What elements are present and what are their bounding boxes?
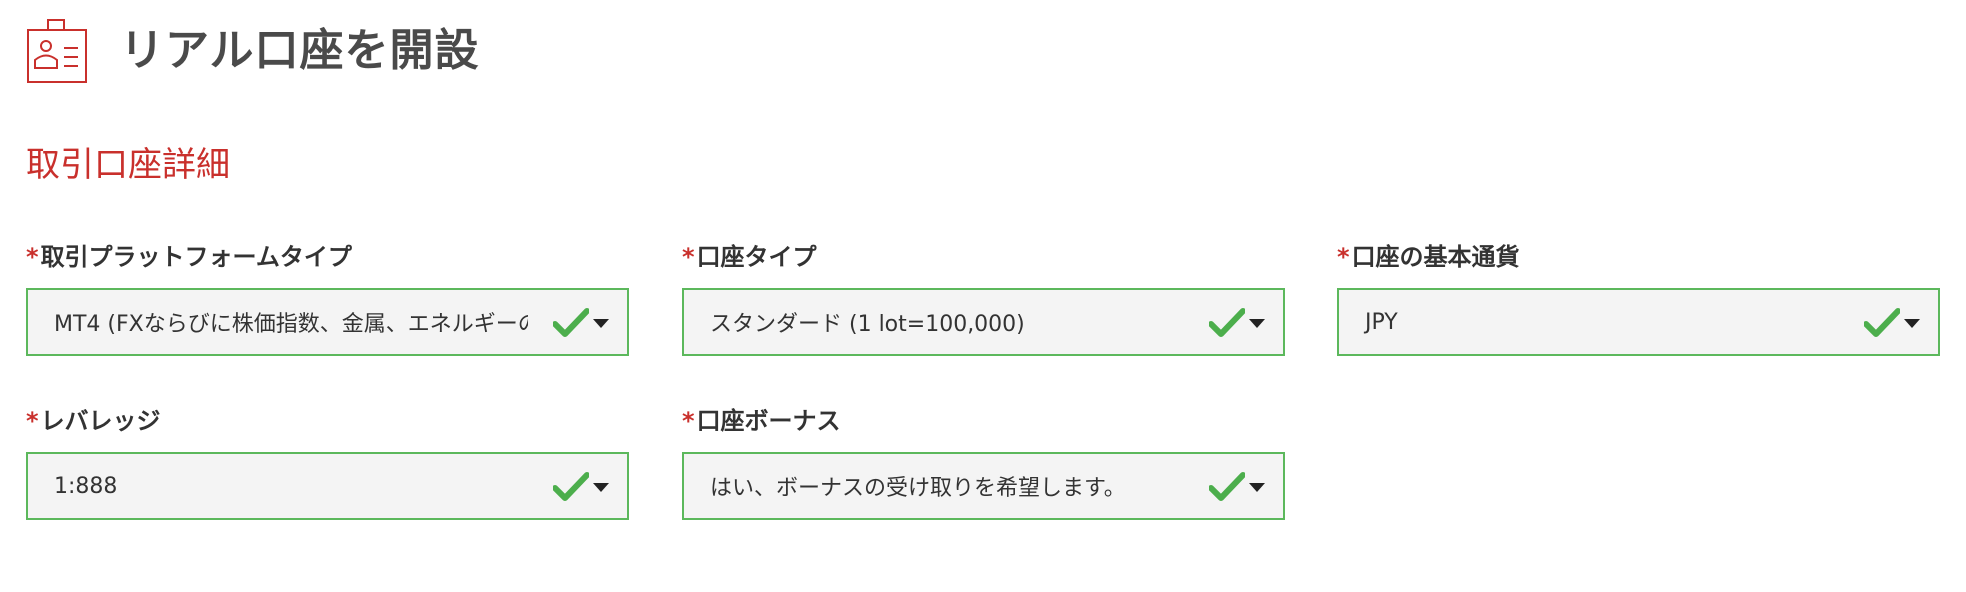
base-currency-selected-value: JPY: [1365, 309, 1398, 335]
platform-label-text: 取引プラットフォームタイプ: [40, 243, 352, 271]
checkmark-icon: [553, 472, 589, 501]
leverage-select[interactable]: 1:888: [26, 452, 629, 520]
account-type-selected-value: スタンダード (1 lot=100,000): [710, 312, 1025, 337]
bonus-selected-value: はい、ボーナスの受け取りを希望します。: [710, 476, 1126, 501]
base-currency-label: *口座の基本通貨: [1337, 240, 1940, 274]
platform-label: *取引プラットフォームタイプ: [26, 240, 629, 274]
required-marker: *: [682, 407, 695, 435]
leverage-label-text: レバレッジ: [40, 407, 161, 435]
leverage-field: *レバレッジ 1:888: [26, 404, 629, 520]
checkmark-icon: [1209, 308, 1245, 337]
checkmark-icon: [553, 308, 589, 337]
page-header: リアル口座を開設: [26, 18, 480, 84]
account-type-label: *口座タイプ: [682, 240, 1285, 274]
base-currency-select[interactable]: JPY: [1337, 288, 1940, 356]
account-type-label-text: 口座タイプ: [696, 243, 817, 271]
bonus-field: *口座ボーナス はい、ボーナスの受け取りを希望します。: [682, 404, 1285, 520]
chevron-down-icon: [1249, 319, 1265, 328]
leverage-label: *レバレッジ: [26, 404, 629, 438]
bonus-select[interactable]: はい、ボーナスの受け取りを希望します。: [682, 452, 1285, 520]
base-currency-field: *口座の基本通貨 JPY: [1337, 240, 1940, 356]
account-type-select[interactable]: スタンダード (1 lot=100,000): [682, 288, 1285, 356]
page-title: リアル口座を開設: [120, 25, 480, 76]
platform-selected-value: MT4 (FXならびに株価指数、金属、エネルギーのCF: [54, 312, 528, 337]
chevron-down-icon: [593, 319, 609, 328]
required-marker: *: [682, 243, 695, 271]
required-marker: *: [1337, 243, 1350, 271]
platform-field: *取引プラットフォームタイプ MT4 (FXならびに株価指数、金属、エネルギーの…: [26, 240, 629, 356]
base-currency-label-text: 口座の基本通貨: [1351, 243, 1520, 271]
checkmark-icon: [1209, 472, 1245, 501]
required-marker: *: [26, 243, 39, 271]
account-opening-page: リアル口座を開設 取引口座詳細 *取引プラットフォームタイプ MT4 (FXなら…: [0, 0, 1966, 592]
id-card-icon: [27, 19, 87, 83]
account-type-field: *口座タイプ スタンダード (1 lot=100,000): [682, 240, 1285, 356]
leverage-selected-value: 1:888: [54, 473, 118, 499]
chevron-down-icon: [1249, 483, 1265, 492]
chevron-down-icon: [1904, 319, 1920, 328]
chevron-down-icon: [593, 483, 609, 492]
required-marker: *: [26, 407, 39, 435]
section-title: 取引口座詳細: [26, 145, 230, 185]
bonus-label: *口座ボーナス: [682, 404, 1285, 438]
bonus-label-text: 口座ボーナス: [696, 407, 841, 435]
checkmark-icon: [1864, 308, 1900, 337]
platform-select[interactable]: MT4 (FXならびに株価指数、金属、エネルギーのCF: [26, 288, 629, 356]
